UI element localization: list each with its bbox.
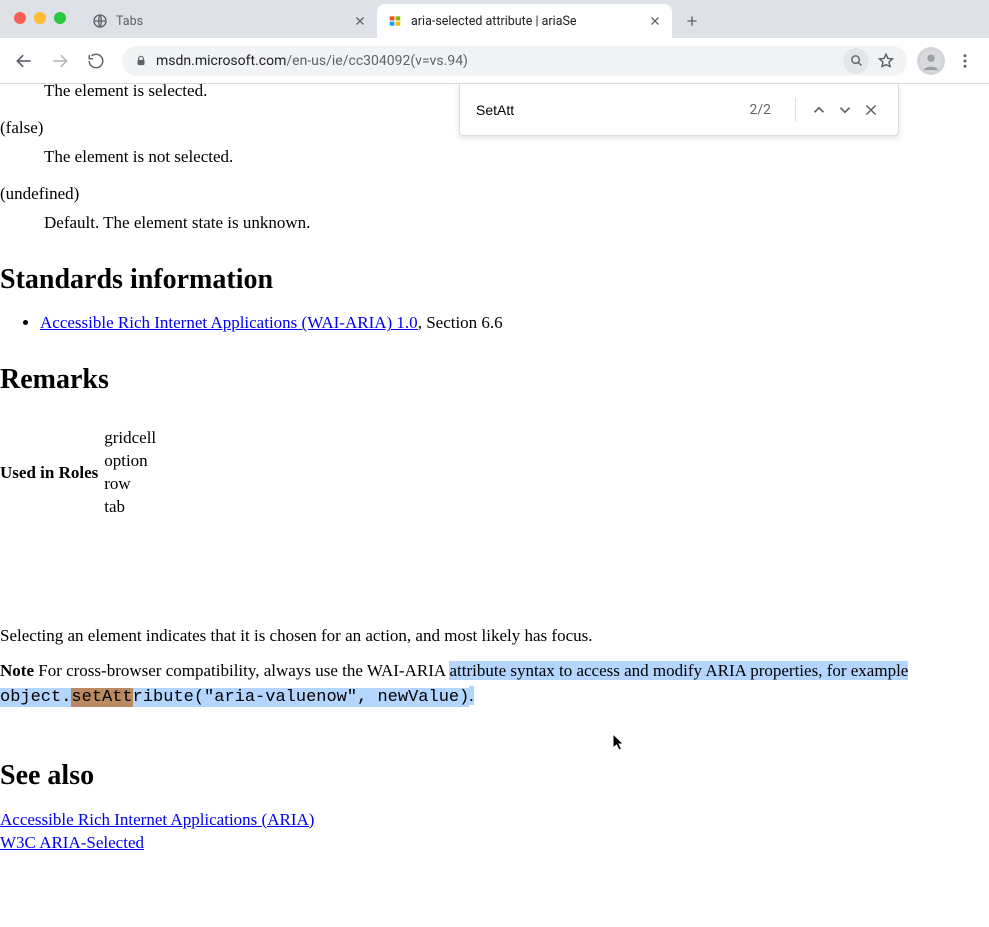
used-in-roles-row: Used in Roles gridcell option row tab: [0, 427, 989, 519]
wai-aria-link[interactable]: Accessible Rich Internet Applications (W…: [40, 313, 418, 332]
url-path: /en-us/ie/cc304092(v=vs.94): [286, 53, 468, 69]
see-also-link[interactable]: Accessible Rich Internet Applications (A…: [0, 809, 989, 832]
code-pre: object.: [0, 688, 71, 707]
code-post: ribute("aria-valuenow", newValue): [133, 688, 470, 707]
list-item: Accessible Rich Internet Applications (W…: [40, 312, 989, 335]
reload-button[interactable]: [80, 45, 112, 77]
see-also-link[interactable]: W3C ARIA-Selected: [0, 832, 989, 855]
browser-tab-active[interactable]: aria-selected attribute | ariaSe: [377, 4, 672, 38]
note-period: .: [469, 686, 473, 705]
roles-list: gridcell option row tab: [104, 427, 156, 519]
url-text: msdn.microsoft.com/en-us/ie/cc304092(v=v…: [156, 53, 835, 69]
back-button[interactable]: [8, 45, 40, 77]
kebab-menu-button[interactable]: [949, 45, 981, 77]
note-text-pre: For cross-browser compatibility, always …: [34, 661, 449, 680]
window-close-button[interactable]: [14, 12, 26, 24]
browser-tab-inactive[interactable]: Tabs: [82, 4, 377, 38]
heading-remarks: Remarks: [0, 361, 989, 399]
forward-button[interactable]: [44, 45, 76, 77]
tab-title: aria-selected attribute | ariaSe: [411, 14, 640, 29]
note-paragraph: Note For cross-browser compatibility, al…: [0, 658, 989, 711]
standards-suffix: , Section 6.6: [418, 313, 503, 332]
heading-standards: Standards information: [0, 261, 989, 299]
list-item: row: [104, 473, 156, 496]
value-true-desc: The element is selected.: [44, 84, 989, 103]
tab-close-button[interactable]: [648, 14, 662, 28]
omnibox-search-icon[interactable]: [843, 48, 869, 74]
browser-chrome: Tabs aria-selected attribute | ariaSe: [0, 0, 989, 84]
note-label: Note: [0, 661, 34, 680]
heading-see-also: See also: [0, 757, 989, 795]
page-content: The element is selected. (false) The ele…: [0, 84, 989, 927]
value-undefined-term: (undefined): [0, 183, 989, 206]
list-item: gridcell: [104, 427, 156, 450]
list-item: tab: [104, 496, 156, 519]
value-undefined-desc: Default. The element state is unknown.: [44, 212, 989, 235]
new-tab-button[interactable]: [678, 7, 706, 35]
url-host: msdn.microsoft.com: [156, 53, 286, 69]
code-find-match: setAtt: [71, 688, 132, 707]
see-also-links: Accessible Rich Internet Applications (A…: [0, 809, 989, 855]
window-zoom-button[interactable]: [54, 12, 66, 24]
value-false-desc: The element is not selected.: [44, 146, 989, 169]
standards-list: Accessible Rich Internet Applications (W…: [40, 312, 989, 335]
tab-title: Tabs: [116, 14, 345, 29]
profile-avatar[interactable]: [917, 47, 945, 75]
address-bar[interactable]: msdn.microsoft.com/en-us/ie/cc304092(v=v…: [122, 46, 907, 76]
globe-icon: [92, 13, 108, 29]
tab-close-button[interactable]: [353, 14, 367, 28]
used-in-roles-label: Used in Roles: [0, 462, 98, 485]
tab-strip: Tabs aria-selected attribute | ariaSe: [0, 0, 989, 38]
windows-icon: [387, 13, 403, 29]
selecting-paragraph: Selecting an element indicates that it i…: [0, 625, 989, 648]
browser-toolbar: msdn.microsoft.com/en-us/ie/cc304092(v=v…: [0, 38, 989, 84]
lock-icon: [134, 54, 148, 68]
window-minimize-button[interactable]: [34, 12, 46, 24]
bookmark-star-icon[interactable]: [877, 52, 895, 70]
value-false-term: (false): [0, 117, 989, 140]
list-item: option: [104, 450, 156, 473]
note-text-selected: attribute syntax to access and modify AR…: [449, 661, 908, 680]
window-controls: [14, 12, 66, 24]
